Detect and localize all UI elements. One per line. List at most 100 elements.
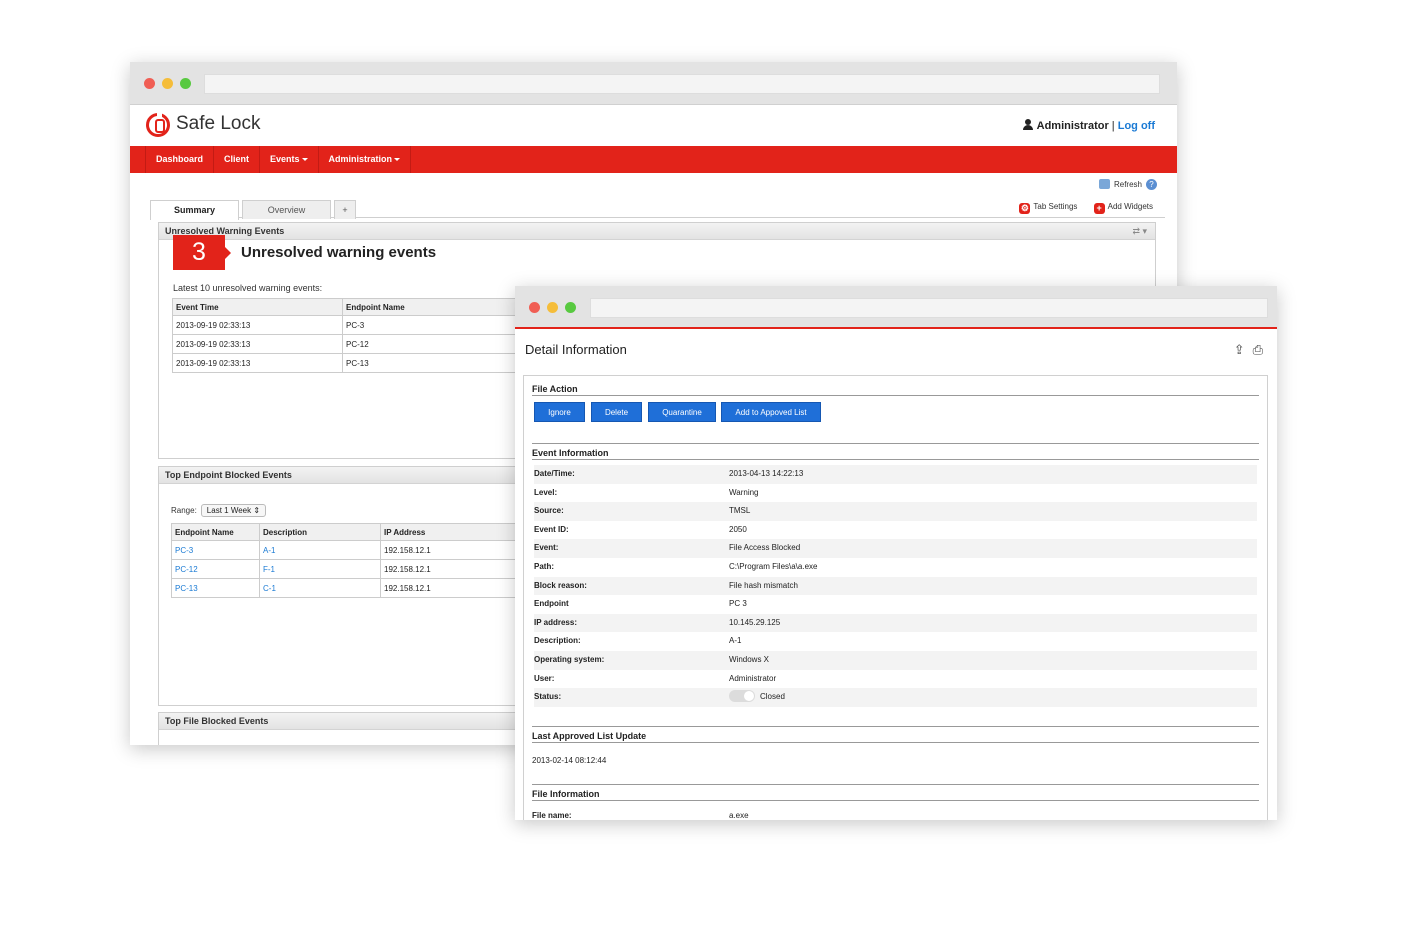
delete-button[interactable]: Delete xyxy=(591,402,642,422)
field-label: Block reason: xyxy=(534,580,587,590)
field-label: Date/Time: xyxy=(534,469,575,478)
app-header: Safe Lock Administrator | Log off xyxy=(130,105,1177,146)
tab-overview[interactable]: Overview xyxy=(242,200,331,219)
latest-events-label: Latest 10 unresolved warning events: xyxy=(173,283,323,293)
quarantine-button[interactable]: Quarantine xyxy=(648,402,716,422)
nav-administration[interactable]: Administration xyxy=(319,146,412,173)
maximize-window-button[interactable] xyxy=(565,301,576,313)
endpoint-link[interactable]: PC-13 xyxy=(171,578,260,598)
column-header[interactable]: Event Time xyxy=(172,298,343,316)
nav-dashboard-label: Dashboard xyxy=(156,154,204,164)
event-time-cell: 2013-09-19 02:33:13 xyxy=(172,315,343,335)
file-name-value: a.exe xyxy=(729,811,749,820)
nav-client[interactable]: Client xyxy=(214,146,261,173)
detail-window: Detail Information ⇪ ⎙ File Action Ignore… xyxy=(515,286,1277,820)
address-bar[interactable] xyxy=(590,298,1268,318)
user-name: Administrator xyxy=(1036,120,1109,132)
field-label: Operating system: xyxy=(534,654,605,664)
main-window-titlebar xyxy=(130,62,1177,105)
refresh-button[interactable]: Refresh? xyxy=(1098,179,1157,190)
field-label: Status: xyxy=(534,692,562,702)
status-text: Closed xyxy=(760,692,785,702)
field-value: Administrator xyxy=(729,673,777,683)
detail-title: Detail Information xyxy=(525,342,627,357)
address-bar[interactable] xyxy=(204,74,1160,94)
endpoint-link[interactable]: PC-12 xyxy=(171,559,260,579)
range-label: Range: xyxy=(171,506,197,515)
add-widgets-button[interactable]: + Add Widgets xyxy=(1093,202,1153,214)
field-label: Event ID: xyxy=(534,524,569,534)
event-time-cell: 2013-09-19 02:33:13 xyxy=(172,353,343,373)
column-header[interactable]: Description xyxy=(259,523,381,541)
select-arrows-icon: ⇕ xyxy=(253,506,261,515)
status-toggle[interactable] xyxy=(729,690,755,703)
close-window-button[interactable] xyxy=(144,78,155,89)
print-icon[interactable]: ⎙ xyxy=(1253,342,1263,357)
range-select[interactable]: Last 1 Week ⇕ xyxy=(200,504,267,517)
event-information-heading: Event Information xyxy=(532,440,1259,460)
field-value: 10.145.29.125 xyxy=(729,617,781,627)
column-header[interactable]: Endpoint Name xyxy=(171,523,260,541)
field-label: Level: xyxy=(534,487,558,497)
endpoint-link[interactable]: PC-3 xyxy=(171,540,260,560)
chevron-down-icon xyxy=(394,158,401,161)
list-item: Operating system: Windows X xyxy=(534,650,1257,670)
last-approved-list-value: 2013-02-14 08:12:44 xyxy=(532,756,607,765)
list-item: Date/Time: 2013-04-13 14:22:13 xyxy=(534,465,1257,484)
panel-settings-icon[interactable]: ⇄ ▾ xyxy=(1132,223,1147,240)
last-approved-list-heading: Last Approved List Update xyxy=(532,723,1259,743)
range-value: Last 1 Week xyxy=(206,506,252,515)
list-item: Event ID: 2050 xyxy=(534,521,1257,540)
plus-icon: + xyxy=(1093,203,1105,214)
nav-administration-label: Administration xyxy=(328,154,393,164)
field-value: Warning xyxy=(729,487,759,497)
field-label: User: xyxy=(534,673,555,683)
tab-summary[interactable]: Summary xyxy=(150,200,239,220)
main-nav: Dashboard Client Events Administration xyxy=(130,146,1177,173)
field-label: IP address: xyxy=(534,617,577,627)
field-label: Description: xyxy=(534,636,581,646)
add-widgets-label: Add Widgets xyxy=(1107,202,1153,211)
event-time-cell: 2013-09-19 02:33:13 xyxy=(172,334,343,354)
add-tab-button[interactable]: + xyxy=(334,200,356,219)
list-item: Description: A-1 xyxy=(534,632,1257,651)
minimize-window-button[interactable] xyxy=(547,301,558,313)
field-value: A-1 xyxy=(729,636,742,646)
tab-settings-label: Tab Settings xyxy=(1033,202,1078,211)
description-link[interactable]: C-1 xyxy=(259,578,381,598)
list-item: Block reason: File hash mismatch xyxy=(534,576,1257,596)
logoff-link[interactable]: Log off xyxy=(1118,120,1155,132)
file-action-heading: File Action xyxy=(532,376,1259,396)
ignore-button[interactable]: Ignore xyxy=(534,402,585,422)
panel-title: Top File Blocked Events xyxy=(165,716,269,726)
export-icon[interactable]: ⇪ xyxy=(1234,342,1245,357)
refresh-label: Refresh xyxy=(1113,180,1142,189)
close-window-button[interactable] xyxy=(529,301,540,313)
description-link[interactable]: F-1 xyxy=(259,559,381,579)
field-value: TMSL xyxy=(729,506,751,516)
help-icon[interactable]: ? xyxy=(1146,179,1157,190)
list-item: Path: C:\Program Files\a\a.exe xyxy=(534,558,1257,577)
tab-settings-button[interactable]: ⚙ Tab Settings xyxy=(1019,202,1078,214)
detail-panel: File Action Ignore Delete Quarantine Add… xyxy=(523,375,1268,820)
field-value: 2050 xyxy=(729,524,747,534)
tab-tools: ⚙ Tab Settings + Add Widgets xyxy=(1005,202,1153,214)
nav-client-label: Client xyxy=(224,154,250,164)
user-icon xyxy=(1022,119,1033,130)
list-item: Endpoint PC 3 xyxy=(534,595,1257,614)
panel-header: Unresolved Warning Events ⇄ ▾ xyxy=(159,223,1155,240)
range-filter: Range: Last 1 Week ⇕ xyxy=(171,504,267,517)
maximize-window-button[interactable] xyxy=(180,78,191,89)
nav-dashboard[interactable]: Dashboard xyxy=(145,146,215,173)
add-to-approved-list-button[interactable]: Add to Appoved List xyxy=(721,402,821,422)
list-item: IP address: 10.145.29.125 xyxy=(534,613,1257,633)
list-item: Source: TMSL xyxy=(534,502,1257,521)
warning-count-badge: 3 xyxy=(173,235,231,270)
field-value: 2013-04-13 14:22:13 xyxy=(729,469,804,478)
nav-events[interactable]: Events xyxy=(260,146,319,173)
list-item: Event: File Access Blocked xyxy=(534,539,1257,558)
nav-events-label: Events xyxy=(270,154,300,164)
minimize-window-button[interactable] xyxy=(162,78,173,89)
description-link[interactable]: A-1 xyxy=(259,540,381,560)
file-information-heading: File Information xyxy=(532,781,1259,801)
